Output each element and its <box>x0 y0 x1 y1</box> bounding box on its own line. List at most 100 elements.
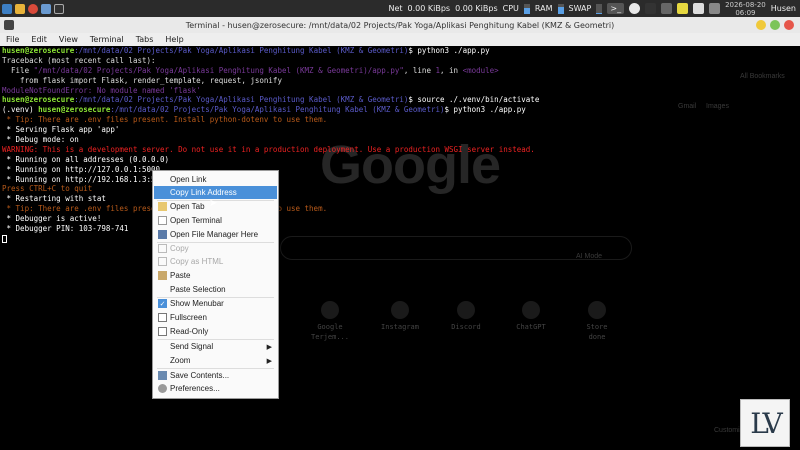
bg-shortcut: Discord <box>446 301 486 333</box>
bg-shortcut-label: Store done <box>586 323 608 341</box>
error-name: ModuleNotFoundError <box>2 85 88 95</box>
menu-item-preferences[interactable]: Preferences... <box>154 382 277 395</box>
bg-shortcut-label: Google Terjem... <box>311 323 349 341</box>
menu-edit[interactable]: Edit <box>31 35 47 44</box>
copy-icon <box>158 257 167 266</box>
traceback-module: <module> <box>462 65 499 75</box>
menu-item-open-link[interactable]: Open Link <box>154 173 277 186</box>
window-title: Terminal - husen@zerosecure: /mnt/data/0… <box>185 20 615 30</box>
menu-view[interactable]: View <box>59 35 78 44</box>
command-text: $ python3 ./app.py <box>444 105 526 115</box>
browser-icon[interactable] <box>28 3 38 14</box>
notes-icon[interactable] <box>677 3 689 14</box>
user-name[interactable]: Husen <box>771 4 796 13</box>
terminal-line: * Serving Flask app 'app' <box>2 125 120 135</box>
net-up: 0.00 KiBps <box>455 4 498 13</box>
terminal-line: * Debugger PIN: 103-798-741 <box>2 224 129 234</box>
tray-app-icon[interactable] <box>645 3 657 14</box>
preferences-icon <box>158 384 167 393</box>
prompt-user: husen@zerosecure <box>2 46 75 55</box>
menu-item-send-signal[interactable]: Send Signal ▶ <box>154 340 277 353</box>
terminal-launcher-icon[interactable] <box>54 3 64 14</box>
menu-item-read-only[interactable]: Read-Only <box>154 325 277 338</box>
menu-item-label: Paste Selection <box>170 285 226 294</box>
app-menu-icon[interactable] <box>2 3 12 14</box>
menu-terminal[interactable]: Terminal <box>90 35 124 44</box>
menu-item-label: Zoom <box>170 356 191 365</box>
menu-item-fullscreen[interactable]: Fullscreen <box>154 311 277 324</box>
net-label: Net <box>388 4 403 13</box>
menu-tabs[interactable]: Tabs <box>136 35 154 44</box>
menu-help[interactable]: Help <box>165 35 183 44</box>
venv-marker: (.venv) <box>2 105 39 115</box>
file-manager-icon[interactable] <box>15 3 25 14</box>
document-icon <box>158 216 167 225</box>
bg-shortcut-label: Instagram <box>381 323 419 331</box>
traceback-file: File <box>2 65 34 75</box>
bg-shortcut-label: Discord <box>451 323 481 331</box>
chrome-task-icon[interactable] <box>629 3 641 14</box>
menu-item-copy[interactable]: Copy <box>154 242 277 255</box>
terminal-line <box>2 234 798 244</box>
bg-shortcut: Instagram <box>380 301 420 333</box>
minimize-button[interactable] <box>756 20 766 30</box>
menu-item-label: Open Terminal <box>170 216 222 225</box>
menu-item-open-file-manager[interactable]: Open File Manager Here <box>154 228 277 241</box>
menu-item-zoom[interactable]: Zoom ▶ <box>154 354 277 367</box>
maximize-button[interactable] <box>770 20 780 30</box>
bg-shortcut: ChatGPT <box>511 301 551 333</box>
prompt-path: :/mnt/data/02 Projects/Pak Yoga/Aplikasi… <box>74 95 409 105</box>
terminal-line: * Running on http://192.168.1.3:5000 <box>2 174 170 184</box>
terminal-line: * Debugger is active! <box>2 214 102 224</box>
prompt-path: :/mnt/data/02 Projects/Pak Yoga/Aplikasi… <box>74 46 409 55</box>
menu-item-label: Save Contents... <box>170 371 230 380</box>
menu-item-label: Preferences... <box>170 384 220 393</box>
menu-item-label: Fullscreen <box>170 313 207 322</box>
menubar: File Edit View Terminal Tabs Help <box>0 33 800 46</box>
ram-label: RAM <box>534 4 553 13</box>
terminal-line: husen@zerosecure:/mnt/data/02 Projects/P… <box>2 95 798 105</box>
checkbox-icon <box>158 327 167 336</box>
menu-item-copy-as-html[interactable]: Copy as HTML <box>154 255 277 268</box>
error-message: : No module named 'flask' <box>87 85 201 95</box>
menu-item-label: Paste <box>170 271 191 280</box>
menu-file[interactable]: File <box>6 35 19 44</box>
terminal-line: (.venv) husen@zerosecure:/mnt/data/02 Pr… <box>2 105 798 115</box>
mouse-pointer-icon: ➤ <box>209 198 218 209</box>
terminal-line: * Tip: There are .env files present. Ins… <box>6 204 328 214</box>
command-text: $ python3 ./app.py <box>408 46 490 55</box>
terminal-cursor <box>2 234 7 243</box>
clock[interactable]: 2026-08-20 06:09 <box>725 1 766 17</box>
bg-shortcut-label: ChatGPT <box>516 323 546 331</box>
menu-item-paste-selection[interactable]: Paste Selection <box>154 283 277 296</box>
window-titlebar[interactable]: Terminal - husen@zerosecure: /mnt/data/0… <box>0 17 800 33</box>
submenu-arrow-icon: ▶ <box>266 357 272 365</box>
terminal-line: * Running on http://127.0.0.1:5000 <box>2 164 161 174</box>
menu-item-paste[interactable]: Paste <box>154 269 277 282</box>
terminal-line: File "/mnt/data/02 Projects/Pak Yoga/Apl… <box>2 66 798 76</box>
prompt-user: husen@zerosecure <box>38 105 111 115</box>
menu-item-label: Copy Link Address <box>170 188 237 197</box>
folder-icon <box>158 202 167 211</box>
folder-icon[interactable] <box>41 3 51 14</box>
menu-item-show-menubar[interactable]: ✓ Show Menubar <box>154 297 277 310</box>
terminal-line: * Running on all addresses (0.0.0.0) <box>2 154 170 164</box>
mail-icon[interactable] <box>693 3 705 14</box>
close-button[interactable] <box>784 20 794 30</box>
terminal-output[interactable]: All Bookmarks Gmail Images Google AI Mod… <box>0 46 800 450</box>
terminal-task-button[interactable]: >_ <box>607 3 625 14</box>
wifi-icon[interactable] <box>661 3 673 14</box>
paste-icon <box>158 271 167 280</box>
terminal-line: WARNING: This is a development server. D… <box>2 144 535 154</box>
file-manager-icon <box>158 230 167 239</box>
menu-item-open-terminal[interactable]: Open Terminal <box>154 214 277 227</box>
menu-item-save-contents[interactable]: Save Contents... <box>154 369 277 382</box>
copy-icon <box>158 244 167 253</box>
menu-item-label: Copy <box>170 244 189 253</box>
time-text: 06:09 <box>735 8 756 17</box>
terminal-line: ModuleNotFoundError: No module named 'fl… <box>2 86 798 96</box>
cpu-label: CPU <box>502 4 519 13</box>
volume-icon[interactable] <box>709 3 721 14</box>
menu-item-label: Show Menubar <box>170 299 224 308</box>
date-text: 2026-08-20 <box>725 0 766 9</box>
